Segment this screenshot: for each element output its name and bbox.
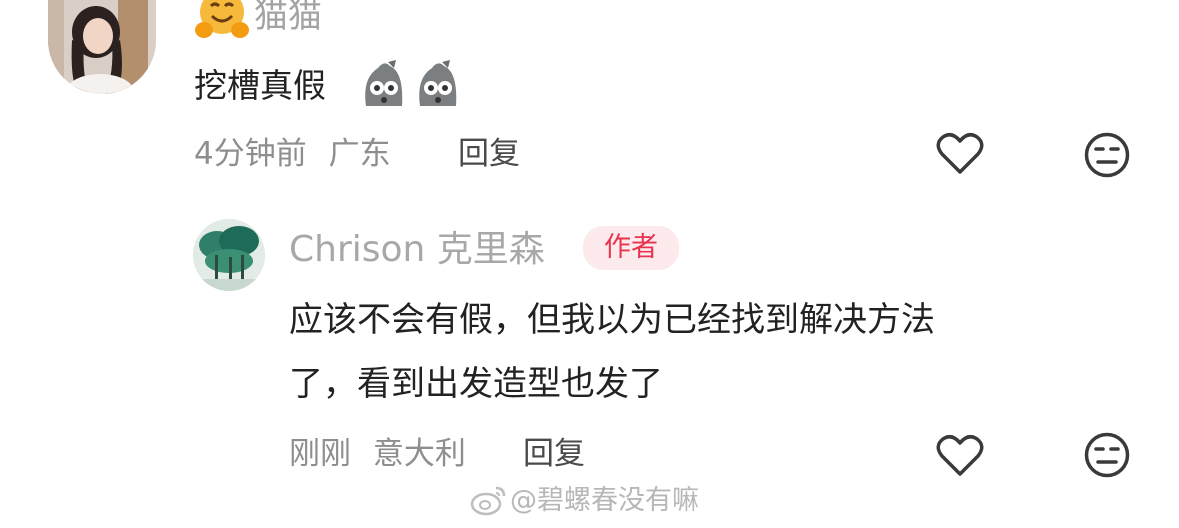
watermark-text: @碧螺春没有嘛 <box>510 485 699 516</box>
comment-meta: 4分钟前 广东 <box>194 132 391 176</box>
reply-meta: 刚刚 意大利 <box>289 432 466 476</box>
comment-text: 挖槽真假 <box>194 62 326 110</box>
reply-time: 刚刚 <box>289 436 351 472</box>
commenter-username[interactable]: 猫猫 <box>254 0 322 38</box>
reply-location: 意大利 <box>372 436 466 472</box>
comment-reply-button[interactable]: 回复 <box>458 132 520 176</box>
ghost-emoji-icon <box>365 60 403 106</box>
author-avatar[interactable] <box>193 219 265 291</box>
comment-text-body: 挖槽真假 <box>194 66 326 105</box>
weibo-logo-icon <box>470 486 506 516</box>
author-badge: 作者 <box>583 226 679 270</box>
heart-icon[interactable] <box>936 434 984 478</box>
dislike-face-icon[interactable] <box>1084 432 1130 478</box>
author-username[interactable]: Chrison 克里森 <box>289 227 545 273</box>
reply-text-line2: 了，看到出发造型也发了 <box>289 364 663 404</box>
hugging-face-emoji-icon <box>195 0 249 38</box>
comment-time: 4分钟前 <box>194 136 307 172</box>
comment-location: 广东 <box>328 136 391 172</box>
ghost-emoji-icon <box>419 60 457 106</box>
heart-icon[interactable] <box>936 132 984 176</box>
reply-reply-button[interactable]: 回复 <box>523 432 585 476</box>
dislike-face-icon[interactable] <box>1084 132 1130 178</box>
commenter-avatar[interactable] <box>48 0 156 94</box>
reply-text-line1: 应该不会有假，但我以为已经找到解决方法 <box>289 300 935 340</box>
